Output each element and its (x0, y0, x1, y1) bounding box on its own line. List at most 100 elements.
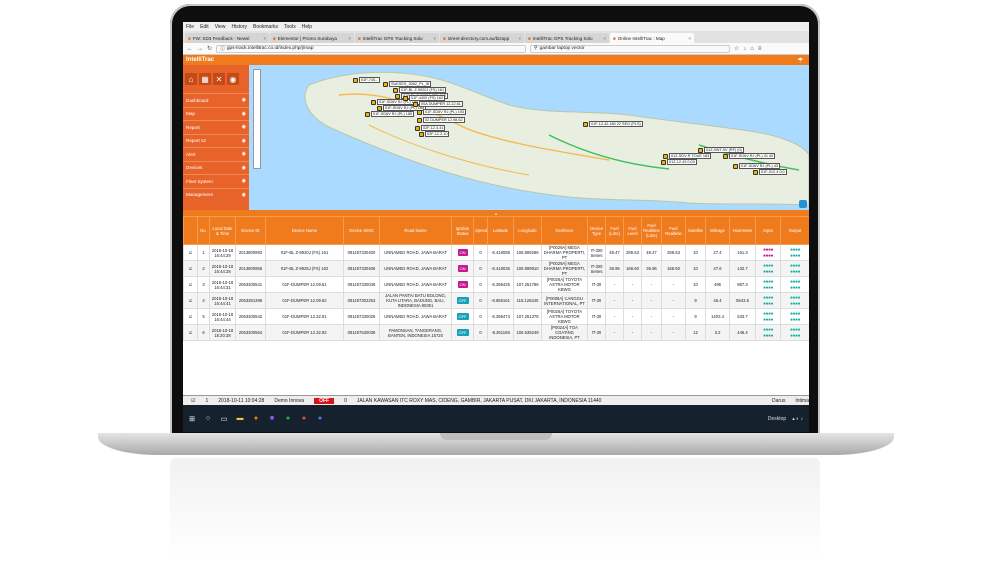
desktop-toolbar-label[interactable]: Desktop (768, 416, 786, 422)
column-header[interactable]: Fuel (Litre) (605, 216, 624, 245)
browser-tab[interactable]: ■ IntelliTrac GPS Tracking Solu × (355, 33, 439, 43)
column-header[interactable]: Fuel Level (623, 216, 642, 245)
bookmark-icon[interactable]: ☆ (734, 45, 739, 52)
close-icon[interactable]: × (433, 36, 436, 41)
vehicle-marker-icon[interactable] (415, 126, 420, 131)
column-header[interactable] (183, 216, 198, 245)
browser-tab[interactable]: ■ IntelliTrac GPS Tracking Solu × (525, 33, 609, 43)
sidebar-item[interactable]: Fleet System ◉ (183, 174, 249, 188)
column-header[interactable]: Ignition Status (451, 216, 474, 245)
eye-icon[interactable]: ◉ (242, 178, 246, 184)
table-row[interactable]: ☑ 5 2018-10-18 16:44:44 2063300542 01F-DUMPE… (183, 308, 809, 325)
tools-nav-icon[interactable]: ✕ (213, 73, 225, 85)
column-header[interactable]: Local Date & Time (209, 216, 236, 245)
chrome-icon[interactable]: ● (283, 414, 293, 424)
vehicle-marker-icon[interactable] (417, 110, 422, 115)
browser-tab[interactable]: ■ FW: SD3 Feedback - Newsl × (185, 33, 269, 43)
vehicle-marker-icon[interactable] (663, 154, 668, 159)
home-icon[interactable]: ⌂ (750, 46, 754, 52)
row-checkbox[interactable]: ☑ (183, 292, 198, 309)
vehicle-label[interactable]: 01F-012.4 0:0 (759, 169, 787, 175)
sidebar-item[interactable]: Report ◉ (183, 120, 249, 134)
download-icon[interactable]: ↓ (743, 46, 746, 52)
map-zoom-slider[interactable] (253, 69, 261, 169)
column-header[interactable]: Output (780, 216, 809, 245)
close-icon[interactable]: × (688, 36, 691, 41)
column-header[interactable]: Mileage (705, 216, 730, 245)
vehicle-label[interactable]: 01F-745... (359, 77, 381, 83)
column-header[interactable]: Road Name (379, 216, 452, 245)
app3-icon[interactable]: ● (315, 414, 325, 424)
vehicle-nav-icon[interactable]: ◉ (227, 73, 239, 85)
sidebar-item[interactable]: Management ◉ (183, 187, 249, 202)
eye-icon[interactable]: ◉ (242, 97, 246, 103)
menu-item[interactable]: File (186, 24, 194, 30)
column-header[interactable]: Device ID (235, 216, 266, 245)
column-header[interactable]: Speed (473, 216, 488, 245)
menu-item[interactable]: Tools (284, 24, 296, 30)
vehicle-marker-icon[interactable] (371, 100, 376, 105)
browser-tab[interactable]: ■ Online IntelliTrac : Map × (610, 33, 694, 43)
column-header[interactable]: Fuel Realtime (661, 216, 686, 245)
firefox-icon[interactable]: ● (251, 414, 261, 424)
eye-icon[interactable]: ◉ (242, 124, 246, 130)
vehicle-marker-icon[interactable] (393, 88, 398, 93)
eye-icon[interactable]: ◉ (242, 151, 246, 157)
column-header[interactable]: Longitude (513, 216, 542, 245)
column-header[interactable]: Device Name (265, 216, 344, 245)
browser-tab[interactable]: ■ Elementor | Promo Surabaya × (270, 33, 354, 43)
column-header[interactable]: Hourmeter (729, 216, 756, 245)
vehicle-marker-icon[interactable] (383, 82, 388, 87)
forward-icon[interactable]: → (197, 46, 203, 52)
column-header[interactable]: Device Type (587, 216, 606, 245)
app-icon[interactable]: ■ (267, 414, 277, 424)
close-icon[interactable]: × (603, 36, 606, 41)
vehicle-label[interactable]: 01F-SD6V RJ (PL) 189 (371, 111, 415, 117)
status-row[interactable]: ☑ 1 2018-10-11 10:04:28 Demo Innova OFF … (183, 395, 809, 405)
eye-icon[interactable]: ◉ (242, 192, 246, 198)
reload-icon[interactable]: ↻ (207, 45, 212, 52)
back-icon[interactable]: ← (187, 46, 193, 52)
sidebar-item[interactable]: Alert ◉ (183, 147, 249, 161)
vehicle-label[interactable]: 02F-12.2.10 (425, 131, 450, 137)
eye-icon[interactable]: ◉ (242, 138, 246, 144)
url-field[interactable]: ⓘ gps-track.intellitrac.co.id/index.php/j… (216, 44, 527, 53)
column-header[interactable]: Satellite (685, 216, 706, 245)
column-header[interactable]: Latitude (487, 216, 514, 245)
vehicle-label[interactable]: 02 DUMPER 12.98.62 (423, 117, 465, 123)
vehicle-marker-icon[interactable] (583, 122, 588, 127)
menu-icon[interactable]: ≡ (758, 46, 762, 52)
search-field[interactable]: ⚲ gambar laptop vector (530, 44, 731, 53)
menu-item[interactable]: Help (302, 24, 312, 30)
vehicle-marker-icon[interactable] (413, 102, 418, 107)
tray-icons[interactable]: ▴ ◐ ♪ (792, 416, 803, 422)
vehicle-label[interactable]: 01Z-12.43 0:03 (667, 159, 697, 165)
vehicle-label[interactable]: 01F-SD6V RJ (PL) 193 (423, 109, 467, 115)
vehicle-marker-icon[interactable] (353, 78, 358, 83)
windows-start-icon[interactable]: ⊞ (187, 414, 197, 424)
home-nav-icon[interactable]: ⌂ (185, 73, 197, 85)
menu-item[interactable]: Edit (200, 24, 209, 30)
column-header[interactable]: Device SIMC (343, 216, 380, 245)
app2-icon[interactable]: ● (299, 414, 309, 424)
close-icon[interactable]: × (348, 36, 351, 41)
table-row[interactable]: ☑ 4 2018-10-18 16:44:41 2063381398 01F-DUMPE… (183, 292, 809, 309)
table-row[interactable]: ☑ 6 2018-10-18 16:20:38 2063300564 01F-DUMPE… (183, 324, 809, 341)
vehicle-marker-icon[interactable] (753, 170, 758, 175)
eye-icon[interactable]: ◉ (242, 165, 246, 171)
browser-tab[interactable]: ■ street-directory.com.au/bizapp × (440, 33, 524, 43)
column-header[interactable]: Input (755, 216, 781, 245)
sidebar-item[interactable]: Report v2 ◉ (183, 133, 249, 148)
vehicle-marker-icon[interactable] (661, 160, 666, 165)
sidebar-item[interactable]: Dashboard ◉ (183, 93, 249, 107)
taskbar-search-icon[interactable]: ○ (203, 414, 213, 424)
vehicle-marker-icon[interactable] (417, 118, 422, 123)
map-view[interactable]: 01F-745... SUKSES_3062_PL_I8 01F-BL Z-9920… (249, 65, 809, 210)
status-checkbox[interactable]: ☑ (191, 398, 195, 404)
column-header[interactable]: Fuel Realtime (Litre) (641, 216, 662, 245)
close-icon[interactable]: × (263, 36, 266, 41)
vehicle-label[interactable]: 01Z-SDV R TOUE 183 (669, 153, 712, 159)
row-checkbox[interactable]: ☑ (183, 276, 198, 293)
vehicle-marker-icon[interactable] (733, 164, 738, 169)
row-checkbox[interactable]: ☑ (183, 260, 198, 277)
